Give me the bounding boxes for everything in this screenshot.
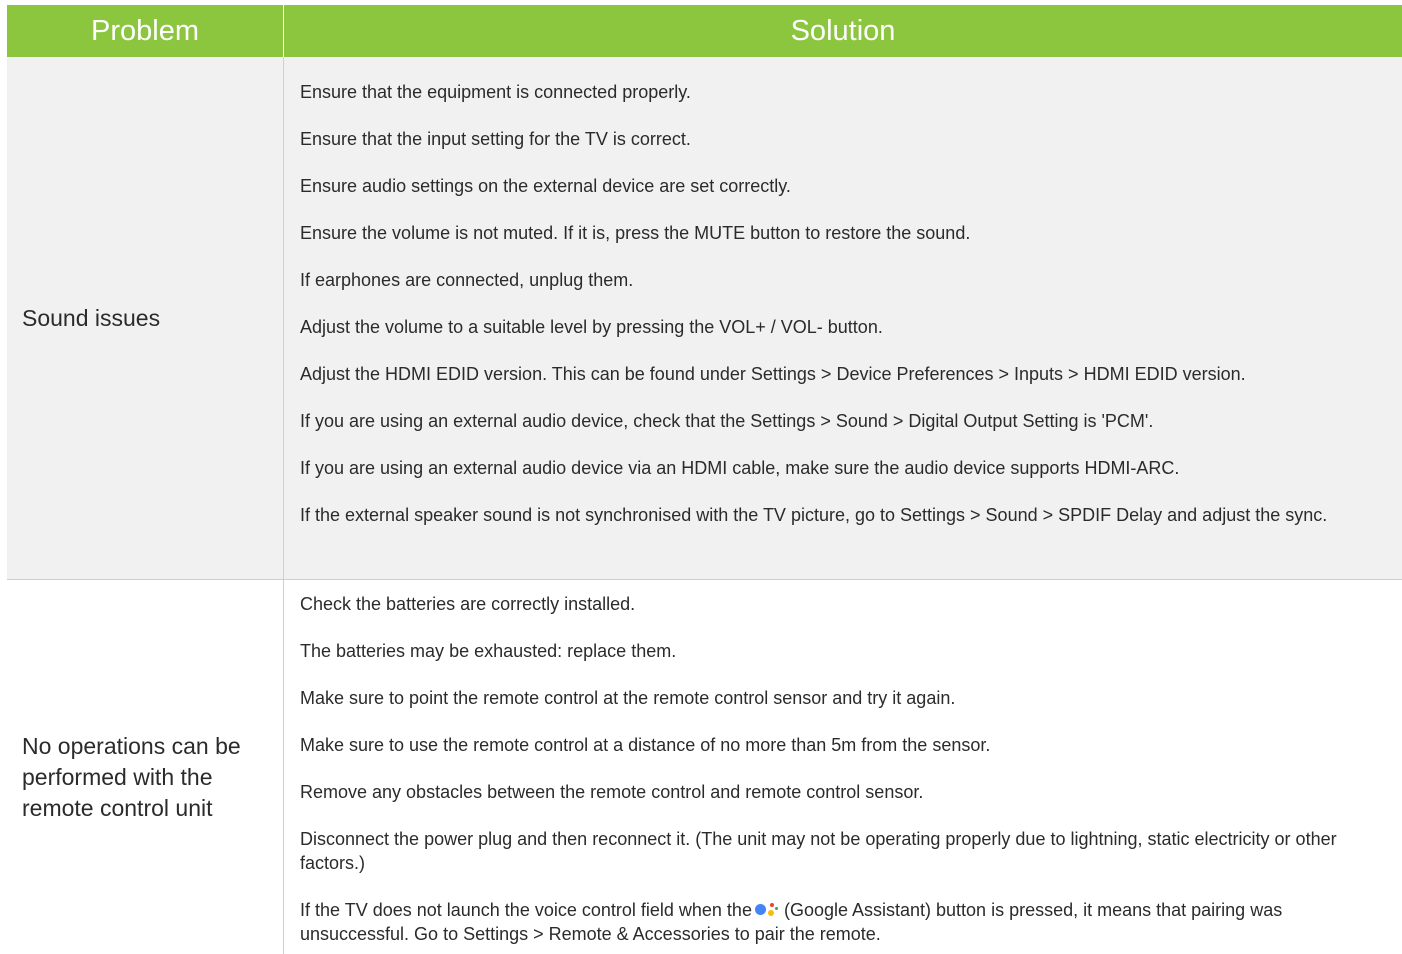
table-row: Sound issues Ensure that the equipment i… — [7, 57, 1402, 579]
problem-cell: Sound issues — [7, 57, 284, 579]
troubleshooting-table: Problem Solution Sound issues Ensure tha… — [7, 5, 1402, 954]
solution-item: If the external speaker sound is not syn… — [300, 505, 1328, 525]
google-assistant-icon — [754, 903, 778, 917]
solution-item: The batteries may be exhausted: replace … — [300, 641, 677, 661]
solution-item: Ensure that the equipment is connected p… — [300, 82, 691, 102]
solution-column-header: Solution — [284, 5, 1402, 57]
solution-cell: Ensure that the equipment is connected p… — [284, 57, 1402, 579]
problem-text: Sound issues — [22, 304, 161, 331]
solution-item: Adjust the HDMI EDID version. This can b… — [300, 364, 1246, 384]
solution-item: Ensure the volume is not muted. If it is… — [300, 223, 971, 243]
solution-item: Ensure that the input setting for the TV… — [300, 129, 691, 149]
solution-item: If the TV does not launch the voice cont… — [300, 898, 1380, 946]
solution-item: Make sure to use the remote control at a… — [300, 735, 991, 755]
solution-item: Remove any obstacles between the remote … — [300, 782, 924, 802]
solution-text-before-icon: If the TV does not launch the voice cont… — [300, 900, 752, 920]
solution-item: Check the batteries are correctly instal… — [300, 594, 636, 614]
solution-item: Ensure audio settings on the external de… — [300, 176, 791, 196]
solution-cell: Check the batteries are correctly instal… — [284, 580, 1402, 954]
solution-item: If earphones are connected, unplug them. — [300, 270, 634, 290]
solution-item: If you are using an external audio devic… — [300, 411, 1154, 431]
table-row: No operations can be performed with the … — [7, 579, 1402, 954]
solution-item: Make sure to point the remote control at… — [300, 688, 956, 708]
table-header: Problem Solution — [7, 5, 1402, 57]
problem-cell: No operations can be performed with the … — [7, 580, 284, 954]
problem-text: No operations can be performed with the … — [22, 732, 241, 821]
solution-item: Adjust the volume to a suitable level by… — [300, 317, 883, 337]
problem-column-header: Problem — [7, 5, 284, 57]
solution-item: Disconnect the power plug and then recon… — [300, 829, 1337, 873]
solution-item: If you are using an external audio devic… — [300, 458, 1180, 478]
